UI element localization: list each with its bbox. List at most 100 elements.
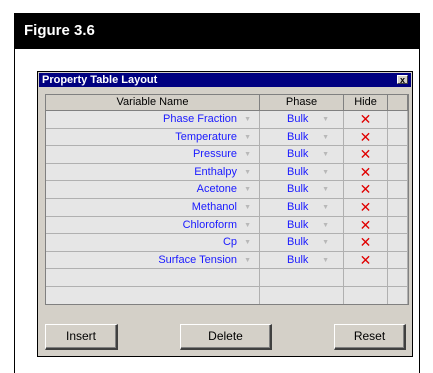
chevron-down-icon[interactable]: ▼ [244,111,251,128]
hide-x-icon[interactable]: ✕ [360,252,372,268]
column-header-phase[interactable]: Phase [260,95,344,111]
table-row[interactable]: Chloroform ▼ Bulk ▼ ✕ [46,216,408,235]
hide-cell[interactable]: ✕ [344,181,388,199]
table-row[interactable]: Acetone ▼ Bulk ▼ ✕ [46,181,408,199]
phase-value: Bulk [287,253,309,266]
hide-cell[interactable]: ✕ [344,234,388,252]
chevron-down-icon[interactable]: ▼ [322,252,329,269]
phase-cell[interactable]: Bulk ▼ [260,251,344,270]
hide-cell[interactable]: ✕ [344,146,388,164]
chevron-down-icon[interactable]: ▼ [322,164,329,181]
hide-x-icon[interactable]: ✕ [360,234,372,250]
blank-cell [388,128,408,147]
variable-name-cell[interactable]: Pressure ▼ [46,146,260,164]
variable-name-cell[interactable]: Chloroform ▼ [46,216,260,235]
phase-cell[interactable]: Bulk ▼ [260,111,344,129]
hide-x-icon[interactable]: ✕ [360,181,372,197]
hide-x-icon[interactable]: ✕ [360,146,372,162]
variable-name-cell[interactable]: Acetone ▼ [46,181,260,199]
empty-row[interactable] [46,286,408,304]
insert-button[interactable]: Insert [45,324,118,350]
table-row[interactable]: Surface Tension ▼ Bulk ▼ ✕ [46,251,408,270]
table-row[interactable]: Pressure ▼ Bulk ▼ ✕ [46,146,408,164]
hide-x-icon[interactable]: ✕ [360,111,372,127]
variable-name-cell[interactable]: Surface Tension ▼ [46,251,260,270]
variable-name: Methanol [191,200,237,213]
hide-cell[interactable]: ✕ [344,198,388,217]
chevron-down-icon[interactable]: ▼ [322,181,329,198]
hide-x-icon[interactable]: ✕ [360,129,372,145]
chevron-down-icon[interactable]: ▼ [244,199,251,216]
chevron-down-icon[interactable]: ▼ [322,234,329,251]
close-icon[interactable]: x [397,75,408,85]
phase-cell[interactable] [260,269,344,287]
chevron-down-icon[interactable]: ▼ [244,146,251,163]
chevron-down-icon[interactable]: ▼ [322,146,329,163]
chevron-down-icon[interactable]: ▼ [322,111,329,128]
hide-x-icon[interactable]: ✕ [360,199,372,215]
variable-name-cell[interactable]: Cp ▼ [46,234,260,252]
hide-cell[interactable] [344,269,388,287]
column-header-hide[interactable]: Hide [344,95,388,111]
blank-cell [388,146,408,164]
column-header-variable-name[interactable]: Variable Name [46,95,260,111]
hide-cell[interactable]: ✕ [344,216,388,235]
table-row[interactable]: Phase Fraction ▼ Bulk ▼ ✕ [46,111,408,129]
blank-cell [388,163,408,182]
table-row[interactable]: Methanol ▼ Bulk ▼ ✕ [46,198,408,217]
column-header-blank [388,95,408,111]
reset-button[interactable]: Reset [334,324,406,350]
chevron-down-icon[interactable]: ▼ [244,217,251,234]
phase-value: Bulk [287,113,309,125]
variable-name-cell[interactable]: Phase Fraction ▼ [46,111,260,129]
hide-x-icon[interactable]: ✕ [360,164,372,180]
phase-value: Bulk [287,183,309,196]
variable-name: Enthalpy [194,165,237,178]
chevron-down-icon[interactable]: ▼ [244,129,251,146]
property-table-layout-dialog: Property Table Layout x Variable Name Ph… [37,71,413,357]
phase-cell[interactable]: Bulk ▼ [260,146,344,164]
blank-cell [388,286,408,304]
table-row[interactable]: Cp ▼ Bulk ▼ ✕ [46,234,408,252]
phase-value: Bulk [287,148,309,161]
chevron-down-icon[interactable]: ▼ [244,234,251,251]
table-row[interactable]: Enthalpy ▼ Bulk ▼ ✕ [46,163,408,182]
chevron-down-icon[interactable]: ▼ [322,217,329,234]
chevron-down-icon[interactable]: ▼ [244,252,251,269]
hide-cell[interactable]: ✕ [344,111,388,129]
delete-button[interactable]: Delete [180,324,272,350]
phase-cell[interactable]: Bulk ▼ [260,234,344,252]
chevron-down-icon[interactable]: ▼ [244,164,251,181]
hide-cell[interactable]: ✕ [344,128,388,147]
chevron-down-icon[interactable]: ▼ [244,181,251,198]
phase-cell[interactable]: Bulk ▼ [260,163,344,182]
hide-cell[interactable]: ✕ [344,163,388,182]
hide-cell[interactable]: ✕ [344,251,388,270]
phase-cell[interactable]: Bulk ▼ [260,216,344,235]
phase-cell[interactable] [260,286,344,304]
variable-name-cell[interactable] [46,286,260,304]
phase-value: Bulk [287,165,309,178]
blank-cell [388,111,408,129]
variable-name-cell[interactable]: Methanol ▼ [46,198,260,217]
chevron-down-icon[interactable]: ▼ [322,199,329,216]
dialog-titlebar[interactable]: Property Table Layout x [39,73,411,87]
phase-value: Bulk [287,218,309,231]
variable-name: Pressure [192,148,237,161]
figure-title: Figure 3.6 [14,13,420,49]
variable-name-cell[interactable] [46,269,260,287]
variable-name-cell[interactable]: Temperature ▼ [46,128,260,147]
empty-row[interactable] [46,269,408,287]
blank-cell [388,269,408,287]
phase-value: Bulk [287,236,309,249]
variable-name-cell[interactable]: Enthalpy ▼ [46,163,260,182]
variable-name: Phase Fraction [163,113,237,125]
phase-cell[interactable]: Bulk ▼ [260,128,344,147]
chevron-down-icon[interactable]: ▼ [322,129,329,146]
hide-x-icon[interactable]: ✕ [360,217,372,233]
hide-cell[interactable] [344,286,388,304]
phase-cell[interactable]: Bulk ▼ [260,198,344,217]
property-grid: Variable Name Phase Hide Phase Fraction ▼… [45,94,409,305]
phase-cell[interactable]: Bulk ▼ [260,181,344,199]
table-row[interactable]: Temperature ▼ Bulk ▼ ✕ [46,128,408,147]
